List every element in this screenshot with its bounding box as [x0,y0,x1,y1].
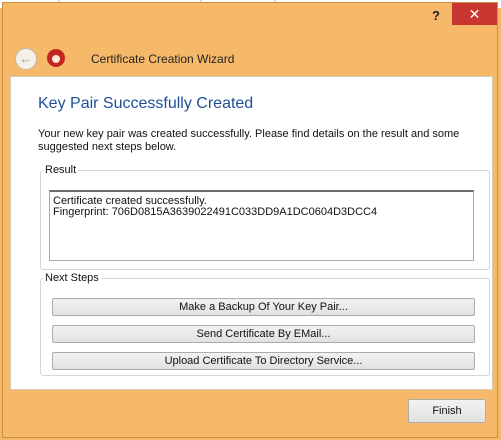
help-button[interactable]: ? [424,6,448,26]
result-group: Result Certificate created successfully.… [40,164,490,270]
finish-button[interactable]: Finish [408,399,486,423]
close-button[interactable]: ✕ [452,3,497,25]
title-bar: ? ✕ [3,3,497,33]
back-arrow-icon[interactable]: ← [15,48,37,70]
next-steps-group: Next Steps Make a Backup Of Your Key Pai… [40,272,490,376]
upload-certificate-directory-button[interactable]: Upload Certificate To Directory Service.… [52,352,475,370]
page-heading: Key Pair Successfully Created [38,95,254,112]
backup-key-pair-button[interactable]: Make a Backup Of Your Key Pair... [52,298,475,316]
send-certificate-email-button[interactable]: Send Certificate By EMail... [52,325,475,343]
result-legend: Result [45,164,77,176]
intro-text: Your new key pair was created successful… [38,128,460,153]
result-fingerprint-line: Fingerprint: 706D0815A3639022491C033DD9A… [53,206,378,218]
result-text-area[interactable]: Certificate created successfully. Finger… [49,190,474,261]
wizard-page: Key Pair Successfully Created Your new k… [10,76,493,390]
wizard-header: ← Certificate Creation Wizard [3,43,497,75]
next-steps-legend: Next Steps [45,272,99,284]
kleopatra-app-icon [47,49,65,67]
wizard-window: ? ✕ ← Certificate Creation Wizard Key Pa… [2,2,498,438]
wizard-title: Certificate Creation Wizard [91,52,235,66]
